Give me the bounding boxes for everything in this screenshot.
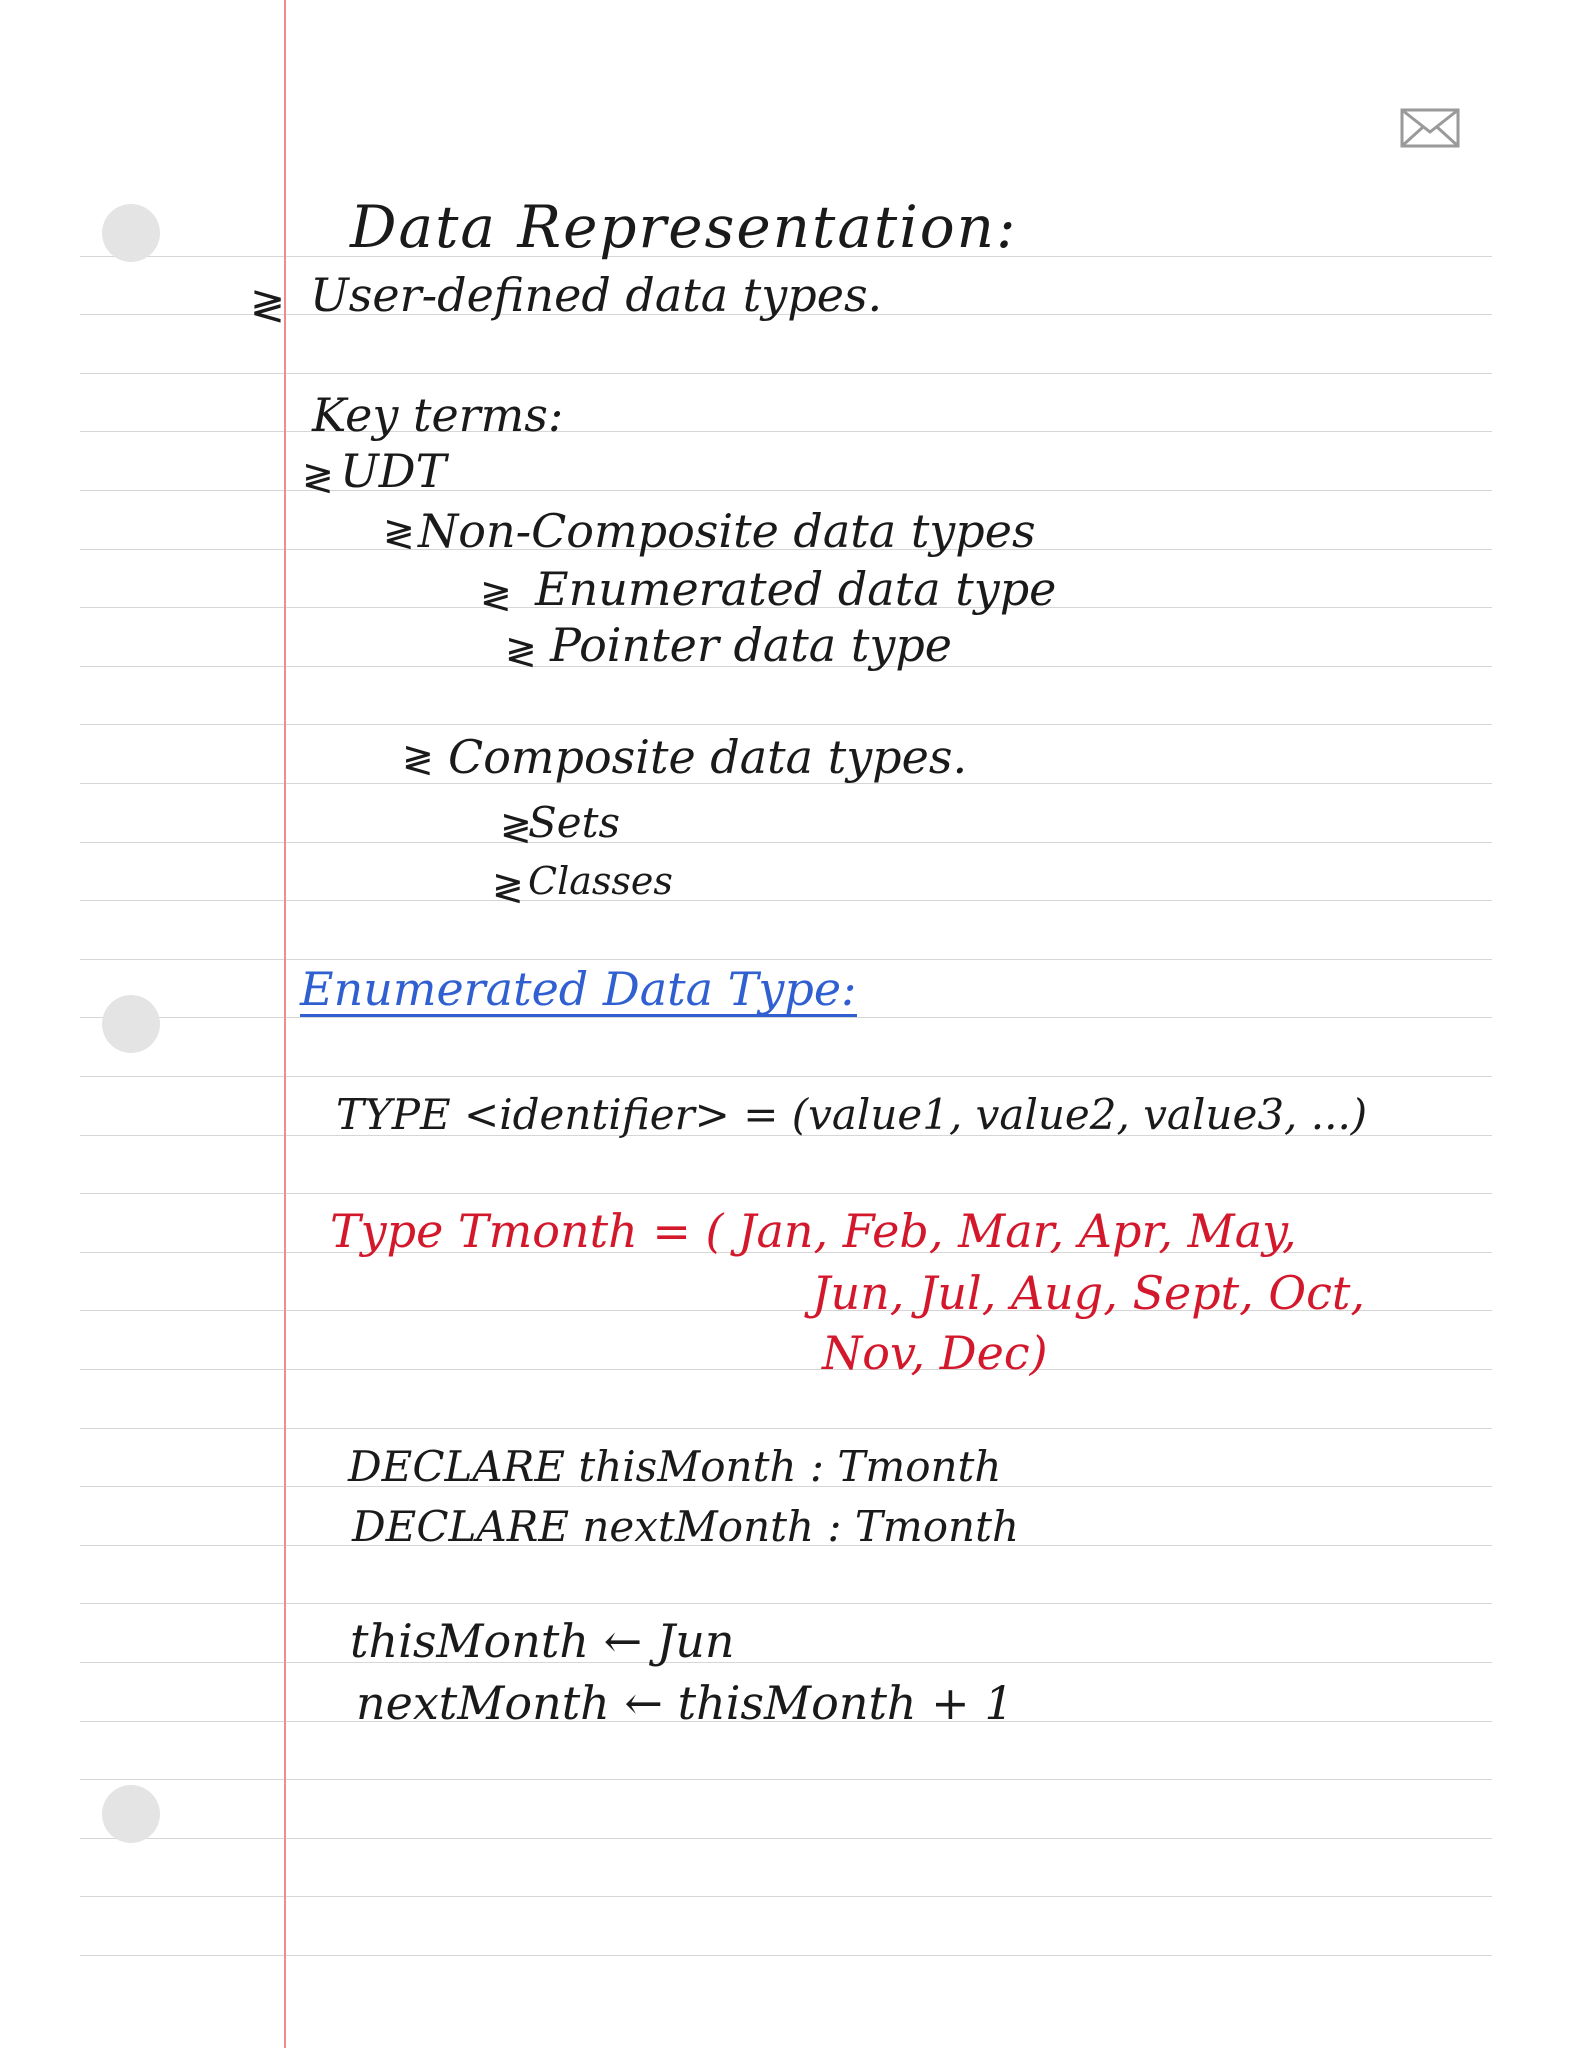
rule-line	[80, 1662, 1492, 1663]
rule-line	[80, 900, 1492, 901]
rule-line	[80, 1193, 1492, 1194]
bullet-marker: ≷	[302, 455, 334, 499]
term-non-composite: Non-Composite data types	[418, 504, 1036, 558]
term-enumerated: Enumerated data type	[535, 562, 1057, 616]
punch-hole-middle	[102, 995, 160, 1053]
rule-line	[80, 1955, 1492, 1956]
bullet-marker: ≷	[383, 511, 415, 555]
rule-line	[80, 1369, 1492, 1370]
envelope-icon[interactable]	[1400, 108, 1460, 148]
bullet-marker: ≷	[250, 280, 286, 329]
enum-section-heading: Enumerated Data Type:	[300, 962, 857, 1017]
declare-next-month: DECLARE nextMonth : Tmonth	[352, 1502, 1020, 1551]
tmonth-definition-line3: Nov, Dec)	[822, 1326, 1048, 1380]
term-classes: Classes	[528, 859, 673, 903]
rule-line	[80, 1076, 1492, 1077]
tmonth-definition-line1: Type Tmonth = ( Jan, Feb, Mar, Apr, May,	[330, 1204, 1297, 1258]
rule-line	[80, 373, 1492, 374]
punch-hole-top	[102, 204, 160, 262]
type-syntax-line: TYPE <identifier> = (value1, value2, val…	[336, 1090, 1368, 1139]
declare-this-month: DECLARE thisMonth : Tmonth	[348, 1442, 1002, 1491]
rule-line	[80, 490, 1492, 491]
term-composite: Composite data types.	[448, 730, 968, 784]
rule-line	[80, 842, 1492, 843]
rule-line	[80, 724, 1492, 725]
key-terms-heading: Key terms:	[312, 388, 564, 442]
term-pointer: Pointer data type	[550, 618, 952, 672]
subtitle-text: User-defined data types.	[310, 268, 883, 322]
notebook-page: Data Representation: ≷ User-defined data…	[0, 0, 1580, 2048]
bullet-marker: ≷	[505, 629, 537, 673]
rule-line	[80, 1603, 1492, 1604]
rule-line	[80, 1428, 1492, 1429]
punch-hole-bottom	[102, 1785, 160, 1843]
page-title: Data Representation:	[350, 193, 1018, 261]
assign-this-month: thisMonth ← Jun	[350, 1614, 735, 1668]
assign-next-month: nextMonth ← thisMonth + 1	[356, 1676, 1014, 1730]
bullet-marker: ≷	[492, 865, 524, 909]
rule-line	[80, 1779, 1492, 1780]
bullet-marker: ≷	[480, 573, 512, 617]
bullet-marker: ≷	[402, 737, 434, 781]
rule-line	[80, 1896, 1492, 1897]
term-udt: UDT	[340, 444, 447, 498]
rule-line	[80, 959, 1492, 960]
rule-line	[80, 1017, 1492, 1018]
rule-line	[80, 1838, 1492, 1839]
rule-line	[80, 431, 1492, 432]
term-sets: Sets	[528, 798, 621, 847]
tmonth-definition-line2: Jun, Jul, Aug, Sept, Oct,	[812, 1266, 1365, 1320]
